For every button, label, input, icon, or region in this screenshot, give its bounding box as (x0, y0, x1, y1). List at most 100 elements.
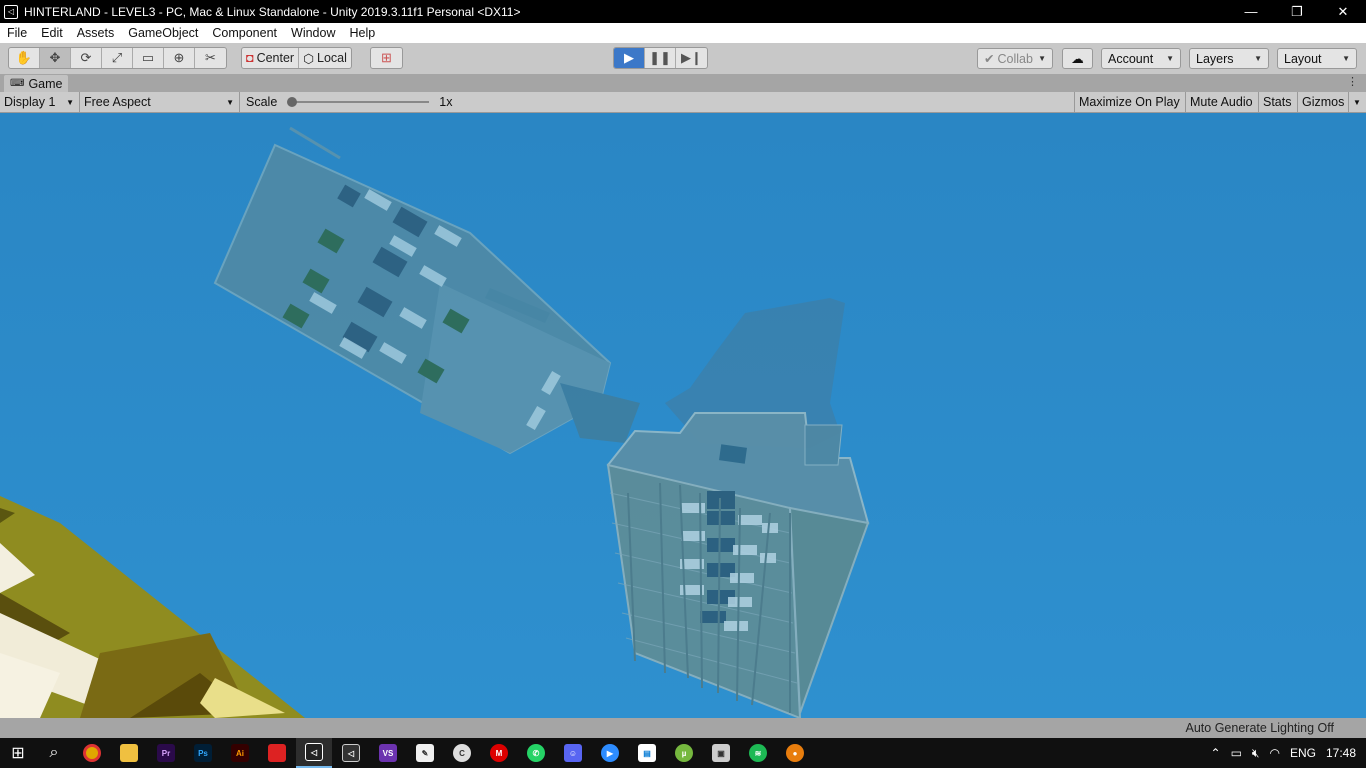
play-controls: ▶ ❚❚ ▶❙ (613, 47, 708, 69)
custom-tool-icon[interactable]: ✂ (195, 48, 226, 68)
status-bar: Auto Generate Lighting Off (0, 718, 1366, 738)
close-button[interactable]: ✕ (1320, 0, 1366, 23)
scale-value: 1x (439, 95, 453, 109)
cloud-button[interactable]: ☁ (1062, 48, 1093, 69)
battery-icon[interactable]: ▭ (1231, 746, 1242, 760)
pivot-local-button[interactable]: ⬡ Local (299, 48, 351, 68)
menu-window[interactable]: Window (284, 26, 342, 40)
gizmos-dropdown[interactable]: ▼ (1348, 92, 1366, 112)
collab-dropdown[interactable]: ✔ Collab ▼ (977, 48, 1053, 69)
rotate-tool-icon[interactable]: ⟳ (71, 48, 102, 68)
discord-icon[interactable]: ☺ (555, 738, 591, 768)
slider-track (291, 101, 430, 103)
aspect-dropdown[interactable]: Free Aspect ▼ (80, 92, 240, 112)
menu-help[interactable]: Help (342, 26, 382, 40)
window-title: HINTERLAND - LEVEL3 - PC, Mac & Linux St… (24, 4, 521, 19)
menu-bar: File Edit Assets GameObject Component Wi… (0, 23, 1366, 43)
news-icon[interactable]: ▤ (629, 738, 665, 768)
chrome-icon[interactable] (74, 738, 110, 768)
account-label: Account (1108, 51, 1154, 66)
hand-tool-icon[interactable]: ✋ (9, 48, 40, 68)
visual-studio-icon[interactable]: VS (370, 738, 406, 768)
menu-gameobject[interactable]: GameObject (121, 26, 205, 40)
mail-icon[interactable]: M (481, 738, 517, 768)
scale-label: Scale (246, 95, 278, 109)
layers-dropdown[interactable]: Layers ▼ (1189, 48, 1269, 69)
stats-label: Stats (1263, 95, 1292, 109)
gizmos-toggle[interactable]: Gizmos (1297, 92, 1348, 112)
layout-dropdown[interactable]: Layout ▼ (1277, 48, 1357, 69)
move-tool-icon[interactable]: ✥ (40, 48, 71, 68)
blender-icon[interactable]: ● (777, 738, 813, 768)
spotify-icon[interactable]: ≋ (740, 738, 776, 768)
premiere-icon[interactable]: Pr (148, 738, 184, 768)
step-button[interactable]: ▶❙ (676, 48, 707, 68)
main-toolbar: ✋ ✥ ⟳ ⤢ ▭ ⊕ ✂ ◘ Center ⬡ Local ⊞ ▶ ❚❚ ▶❙… (0, 43, 1366, 74)
language-indicator[interactable]: ENG (1290, 746, 1316, 760)
mute-audio-label: Mute Audio (1190, 95, 1253, 109)
minimize-button[interactable]: — (1228, 0, 1274, 23)
scale-slider[interactable] (287, 92, 433, 112)
unity-logo-icon: ◁ (4, 4, 18, 19)
scale-tool-icon[interactable]: ⤢ (102, 48, 133, 68)
cloud-icon: ☁ (1071, 52, 1084, 66)
local-icon: ⬡ (303, 51, 315, 66)
pause-button[interactable]: ❚❚ (645, 48, 676, 68)
file-explorer-icon[interactable] (111, 738, 147, 768)
zoom-icon[interactable]: ▶ (592, 738, 628, 768)
layers-label: Layers (1196, 51, 1234, 66)
clock[interactable]: 17:48 (1326, 746, 1356, 760)
chevron-up-icon[interactable]: ⌃ (1211, 746, 1221, 760)
play-button[interactable]: ▶ (614, 48, 645, 68)
layout-label: Layout (1284, 51, 1322, 66)
app-red-icon[interactable] (259, 738, 295, 768)
photos-icon[interactable]: ▣ (703, 738, 739, 768)
tab-game[interactable]: ⌨ Game (4, 75, 69, 92)
search-icon[interactable]: ⌕ (36, 738, 72, 768)
aspect-label: Free Aspect (84, 95, 151, 109)
tab-options-icon[interactable]: ⋮ (1347, 75, 1358, 88)
snap-group: ⊞ (370, 47, 403, 69)
illustrator-icon[interactable]: Ai (222, 738, 258, 768)
tab-bar: ⌨ Game ⋮ (0, 74, 1366, 92)
system-tray: ⌃ ▭ 🔇︎ ◠ ENG 17:48 (1211, 738, 1366, 768)
stats-toggle[interactable]: Stats (1258, 92, 1296, 112)
chevron-down-icon: ▼ (1038, 54, 1046, 63)
paint-icon[interactable]: ✎ (407, 738, 443, 768)
game-view-toolbar: Display 1 ▼ Free Aspect ▼ Scale 1x Maxim… (0, 92, 1366, 113)
chevron-down-icon: ▼ (1353, 97, 1361, 107)
display-dropdown[interactable]: Display 1 ▼ (0, 92, 80, 112)
menu-file[interactable]: File (0, 26, 34, 40)
utorrent-icon[interactable]: µ (666, 738, 702, 768)
game-viewport[interactable] (0, 113, 1366, 718)
slider-thumb[interactable] (287, 97, 298, 107)
gamepad-icon: ⌨ (10, 78, 25, 89)
unity-hub-icon[interactable]: ◁ (333, 738, 369, 768)
display-label: Display 1 (4, 95, 56, 109)
mute-audio-toggle[interactable]: Mute Audio (1185, 92, 1257, 112)
unity-icon[interactable]: ◁ (296, 738, 332, 768)
check-icon: ✔ (984, 52, 995, 66)
volume-mute-icon[interactable]: 🔇︎ (1252, 746, 1260, 761)
start-icon[interactable]: ⊞ (0, 738, 36, 768)
restore-button[interactable]: ❐ (1274, 0, 1320, 23)
photoshop-icon[interactable]: Ps (185, 738, 221, 768)
wifi-icon[interactable]: ◠ (1269, 746, 1279, 760)
menu-edit[interactable]: Edit (34, 26, 70, 40)
windows-taskbar: ⊞ ⌕ Pr Ps Ai ◁ ◁ VS ✎ C M ✆ ☺ ▶ ▤ µ ▣ ≋ … (0, 738, 1366, 768)
pivot-center-button[interactable]: ◘ Center (242, 48, 300, 68)
maximize-on-play-toggle[interactable]: Maximize On Play (1074, 92, 1184, 112)
ccleaner-icon[interactable]: C (444, 738, 480, 768)
account-dropdown[interactable]: Account ▼ (1101, 48, 1181, 69)
gizmos-label: Gizmos (1302, 95, 1345, 109)
rect-tool-icon[interactable]: ▭ (133, 48, 164, 68)
transform-tool-icon[interactable]: ⊕ (164, 48, 195, 68)
menu-assets[interactable]: Assets (70, 26, 122, 40)
snap-icon[interactable]: ⊞ (371, 48, 402, 68)
menu-component[interactable]: Component (205, 26, 284, 40)
chevron-down-icon: ▼ (1342, 54, 1350, 63)
game-scene (0, 113, 1366, 718)
pivot-center-label: Center (256, 51, 295, 65)
whatsapp-icon[interactable]: ✆ (518, 738, 554, 768)
transform-tools: ✋ ✥ ⟳ ⤢ ▭ ⊕ ✂ (8, 47, 227, 69)
